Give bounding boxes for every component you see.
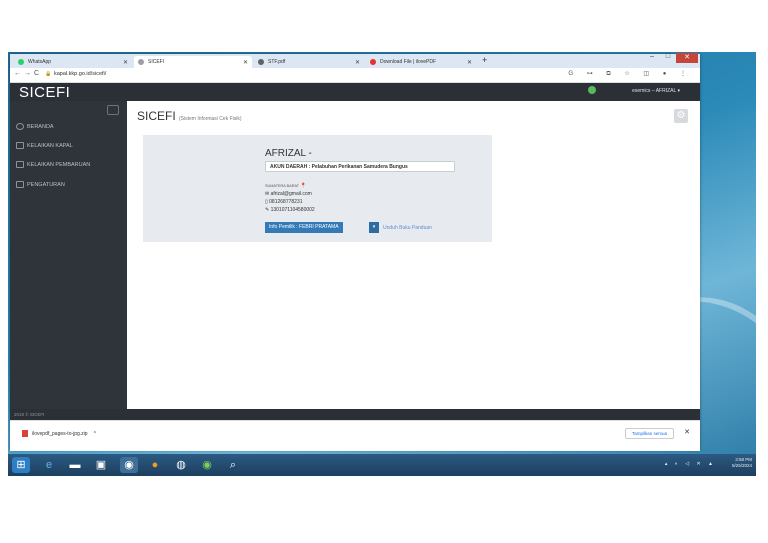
show-all-button[interactable]: Tampilkan semua	[624, 428, 674, 439]
tab-label: Download File | ilovePDF	[380, 59, 437, 65]
browser-window: WhatsApp ✕ SICEFI ✕ STF.pdf ✕ Download F…	[10, 53, 700, 451]
reload-icon[interactable]: C	[34, 70, 39, 77]
globe-icon	[258, 59, 264, 65]
phone-text: 081268778231	[269, 199, 303, 205]
user-avatar[interactable]	[588, 86, 596, 94]
tab-ilovepdf[interactable]: Download File | ilovePDF ✕	[366, 56, 476, 68]
close-download-bar-button[interactable]: ✕	[684, 428, 690, 436]
forward-icon[interactable]: →	[24, 70, 31, 77]
account-area-label: AKUN DAERAH : Pelabuhan Perikanan Samude…	[265, 161, 455, 172]
browser-toolbar-icons[interactable]: G ⊶ ⧉ ☆ ◫ ● ⋮	[568, 70, 692, 78]
desktop: WhatsApp ✕ SICEFI ✕ STF.pdf ✕ Download F…	[8, 52, 756, 476]
file-explorer-icon[interactable]: ▬	[66, 457, 84, 473]
chrome-icon[interactable]: ◉	[120, 457, 138, 473]
square-icon	[16, 142, 24, 149]
user-menu[interactable]: esemics – AFRIZAL ▾	[632, 88, 680, 94]
region-label: SUMATERA BARAT 📍	[265, 183, 306, 189]
tab-label: WhatsApp	[28, 59, 52, 65]
map-marker-icon: 📍	[300, 183, 307, 189]
clock[interactable]: 3:58 PM 5/25/2024	[732, 457, 752, 469]
circle-icon	[16, 123, 24, 130]
sidebar-toggle-button[interactable]	[107, 105, 119, 115]
tab-label: SICEFI	[148, 59, 165, 65]
profile-name: AFRIZAL -	[265, 148, 312, 159]
close-icon[interactable]: ✕	[355, 59, 360, 66]
close-icon[interactable]: ✕	[243, 59, 248, 66]
email-line: ✉ afrizal@gmail.com	[265, 191, 312, 197]
id-line: ✎ 1301071104580002	[265, 207, 315, 213]
sidebar-item-beranda[interactable]: BERANDA	[16, 123, 54, 130]
back-icon[interactable]: ←	[14, 70, 21, 77]
tab-stf-pdf[interactable]: STF.pdf ✕	[254, 56, 364, 68]
maximize-button[interactable]: □	[660, 53, 676, 63]
firefox-icon[interactable]: ●	[146, 457, 164, 473]
chevron-up-icon[interactable]: ^	[94, 431, 96, 437]
email-text: afrizal@gmail.com	[270, 191, 312, 197]
download-guide-link[interactable]: Unduh Buku Panduan	[383, 225, 432, 231]
app-footer: 2019 © SICEFI	[10, 409, 700, 420]
new-tab-button[interactable]: +	[482, 55, 487, 65]
file-icon	[22, 430, 28, 437]
clock-date: 5/25/2024	[731, 463, 752, 468]
chevron-down-icon[interactable]: ▾	[369, 222, 379, 233]
id-text: 1301071104580002	[270, 207, 315, 213]
internet-explorer-icon[interactable]: e	[40, 457, 58, 473]
search-icon[interactable]: ⌕	[224, 457, 242, 473]
close-icon[interactable]: ✕	[467, 59, 472, 66]
sidebar-item-pengaturan[interactable]: PENGATURAN	[16, 181, 65, 188]
page-title-text: SICEFI	[137, 109, 176, 123]
page-title: SICEFI (Sistem Informasi Cek Fisik)	[137, 109, 242, 123]
page-subtitle: (Sistem Informasi Cek Fisik)	[179, 116, 242, 122]
minimize-button[interactable]: –	[644, 53, 660, 63]
download-file-name: ilovepdf_pages-to-jpg.zip	[32, 430, 88, 437]
sidebar-item-label: BERANDA	[27, 123, 54, 130]
start-button[interactable]: ⊞	[12, 457, 30, 473]
taskbar: ⊞ e ▬ ▣ ◉ ● ◍ ◉ ⌕ ▴ ◐ ◁ ✕ ▲ 3:58 PM 5/25…	[8, 454, 756, 476]
close-icon[interactable]: ✕	[123, 59, 128, 66]
envelope-icon: ✉	[265, 191, 270, 197]
settings-button[interactable]: ⚙	[674, 109, 688, 123]
phone-line: ▯ 081268778231	[265, 199, 303, 205]
key-icon: ✎	[265, 207, 270, 213]
sidebar: BERANDA KELAIKAN KAPAL KELAIKAN PEMBARUA…	[10, 101, 127, 409]
sidebar-item-kelaikan-pembaruan[interactable]: KELAIKAN PEMBARUAN	[16, 161, 90, 168]
app-icon[interactable]: ◍	[172, 457, 190, 473]
profile-card: AFRIZAL - AKUN DAERAH : Pelabuhan Perika…	[143, 135, 492, 242]
window-controls: – □ ✕	[644, 53, 698, 63]
close-window-button[interactable]: ✕	[676, 53, 698, 63]
sidebar-item-label: KELAIKAN PEMBARUAN	[27, 161, 91, 168]
heart-icon	[370, 59, 376, 65]
main-content: SICEFI (Sistem Informasi Cek Fisik) ⚙ AF…	[127, 101, 700, 409]
whatsapp-icon	[18, 59, 24, 65]
tab-strip: WhatsApp ✕ SICEFI ✕ STF.pdf ✕ Download F…	[10, 53, 700, 68]
sidebar-item-label: KELAIKAN KAPAL	[27, 142, 73, 149]
tab-label: STF.pdf	[268, 59, 286, 65]
address-bar: ← → C 🔒 kapal.kkp.go.id/sicefi/ G ⊶ ⧉ ☆ …	[10, 68, 700, 83]
square-icon	[16, 161, 24, 168]
brand-logo[interactable]: SICEFI	[19, 84, 70, 101]
app-icon[interactable]: ◉	[198, 457, 216, 473]
globe-icon	[138, 59, 144, 65]
gear-icon: ⚙	[676, 110, 686, 121]
system-tray-icons[interactable]: ▴ ◐ ◁ ✕ ▲	[665, 461, 716, 467]
square-icon	[16, 181, 24, 188]
url-field[interactable]: kapal.kkp.go.id/sicefi/	[54, 71, 106, 77]
download-item[interactable]: ilovepdf_pages-to-jpg.zip ^	[22, 430, 96, 437]
phone-icon: ▯	[265, 199, 268, 205]
owner-info-button[interactable]: Info Pemilik : FEBRI PRATAMA	[265, 222, 343, 233]
sidebar-item-label: PENGATURAN	[27, 181, 65, 188]
tab-whatsapp[interactable]: WhatsApp ✕	[14, 56, 132, 68]
lock-icon: 🔒	[45, 71, 52, 77]
sidebar-item-kelaikan-kapal[interactable]: KELAIKAN KAPAL	[16, 142, 73, 149]
download-bar: ilovepdf_pages-to-jpg.zip ^ Tampilkan se…	[10, 420, 700, 451]
app-header: SICEFI esemics – AFRIZAL ▾	[10, 83, 700, 101]
tab-sicefi[interactable]: SICEFI ✕	[134, 56, 252, 68]
media-player-icon[interactable]: ▣	[92, 457, 110, 473]
region-text: SUMATERA BARAT	[265, 184, 299, 188]
